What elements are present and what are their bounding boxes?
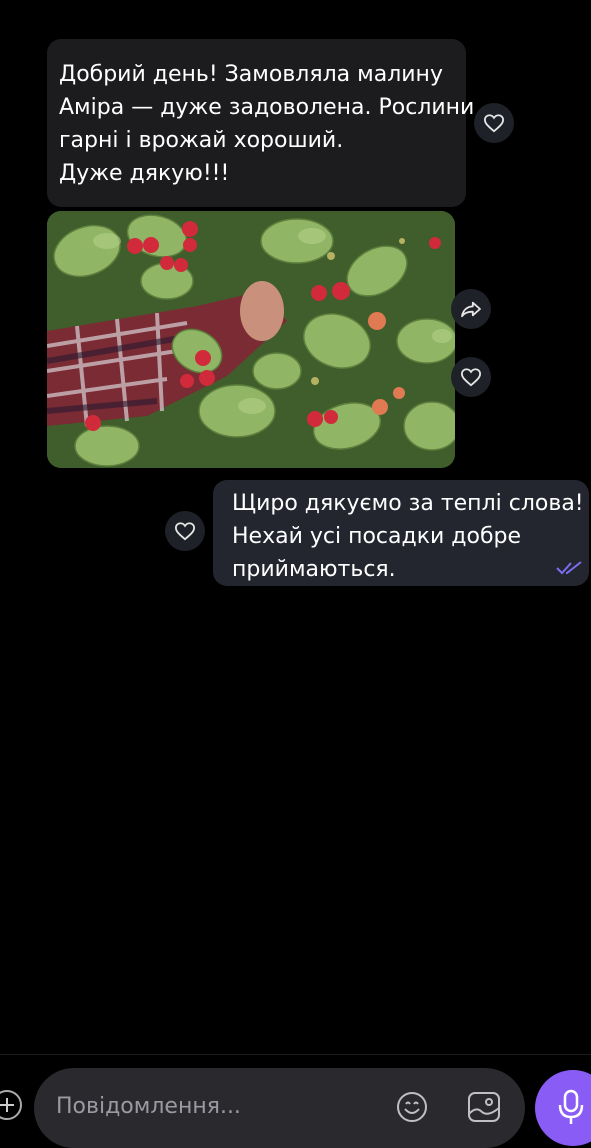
smiley-icon[interactable] [395, 1090, 429, 1124]
message-text-line: Дуже дякую!!! [59, 161, 230, 186]
attach-button[interactable] [0, 1090, 22, 1120]
raspberry-photo[interactable] [47, 211, 455, 468]
image-icon[interactable] [466, 1090, 502, 1124]
message-text-line: приймаються. [232, 557, 396, 582]
message-input-placeholder: Повідомлення... [56, 1094, 241, 1119]
message-text-line: Нехай усі посадки добре [232, 524, 522, 549]
message-text-line: Аміра — дуже задоволена. Рослини [59, 95, 475, 120]
microphone-icon [558, 1089, 584, 1124]
like-button[interactable] [474, 103, 514, 143]
forward-icon [461, 301, 481, 318]
heart-icon [174, 522, 196, 541]
plus-icon [0, 1098, 14, 1112]
heart-icon [483, 114, 505, 133]
message-text-line: Щиро дякуємо за теплі слова! [232, 491, 584, 516]
message-text-line: Добрий день! Замовляла малину [59, 62, 443, 87]
like-button[interactable] [451, 357, 491, 397]
message-text-line: гарні і врожай хороший. [59, 128, 344, 153]
heart-icon [460, 368, 482, 387]
message-input[interactable]: Повідомлення... [34, 1068, 525, 1148]
forward-button[interactable] [451, 289, 491, 329]
double-check-icon [556, 561, 582, 575]
like-button[interactable] [165, 511, 205, 551]
outgoing-message-bubble[interactable]: Щиро дякуємо за теплі слова! Нехай усі п… [213, 480, 589, 586]
incoming-message-bubble[interactable]: Добрий день! Замовляла малину Аміра — ду… [47, 39, 475, 207]
